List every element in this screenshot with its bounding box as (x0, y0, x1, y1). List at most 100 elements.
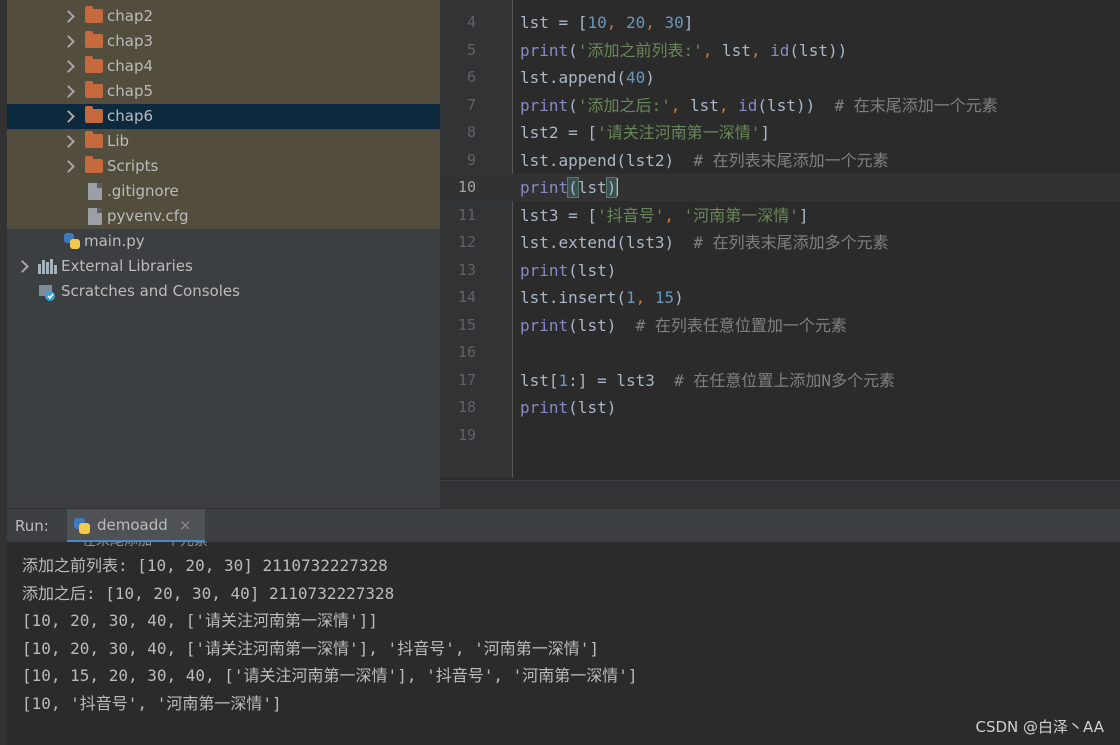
code-token: '添加之后:' (577, 95, 671, 115)
code-line[interactable]: lst.append(lst2) # 在列表末尾添加一个元素 (520, 147, 889, 174)
code-line[interactable]: print(lst) (520, 174, 619, 201)
tree-item-chap3[interactable]: chap3 (7, 29, 440, 54)
code-line[interactable]: lst.extend(lst3) # 在列表末尾添加多个元素 (520, 229, 889, 256)
line-number: 4 (466, 13, 476, 31)
line-number: 7 (466, 95, 476, 114)
file-icon (88, 208, 102, 225)
code-token: ] (683, 13, 694, 32)
watermark: CSDN @白泽丶AA (975, 718, 1104, 736)
code-token: 10 (587, 13, 607, 32)
line-number: 18 (457, 398, 476, 416)
chevron-right-icon[interactable] (62, 110, 75, 123)
code-token: # 在列表末尾添加一个元素 (693, 150, 889, 170)
code-token: ) (605, 177, 618, 198)
code-token: ] (798, 205, 809, 225)
code-token: lst (577, 178, 607, 197)
code-token: :] = lst3 (568, 370, 675, 390)
tree-item-gitignore[interactable]: .gitignore (7, 179, 440, 204)
code-token: lst (689, 95, 719, 115)
code-line[interactable]: print('添加之后:', lst, id(lst)) # 在末尾添加一个元素 (520, 92, 998, 119)
tree-item-main-py[interactable]: main.py (7, 229, 440, 254)
python-file-icon (64, 233, 80, 249)
code-token: 20 (625, 13, 646, 32)
tree-item-chap4[interactable]: chap4 (7, 54, 440, 79)
code-token: print (520, 95, 569, 115)
tree-item-chap5[interactable]: chap5 (7, 79, 440, 104)
close-icon[interactable]: × (179, 509, 192, 542)
code-token: id (770, 40, 790, 60)
tree-item-label: External Libraries (61, 257, 193, 275)
code-token: '添加之前列表:' (577, 40, 703, 60)
code-token: lst2 = [ (520, 123, 598, 142)
run-tool-strip (0, 508, 7, 745)
code-editor[interactable]: 4 lst = [10, 20, 30] 5 print('添加之前列表:', lst… (440, 0, 1120, 480)
left-tool-strip (0, 0, 7, 508)
code-line[interactable]: print(lst) # 在列表任意位置加一个元素 (520, 312, 847, 339)
line-number: 9 (466, 150, 476, 169)
code-line[interactable]: lst2 = ['请关注河南第一深情'] (520, 119, 770, 146)
run-tab-demoadd[interactable]: demoadd × (67, 509, 205, 543)
console-output-line: [10, '抖音号', '河南第一深情'] (22, 693, 282, 713)
code-token: id (738, 95, 758, 115)
scratches-icon (39, 285, 55, 301)
folder-icon (85, 81, 103, 98)
line-number: 5 (466, 40, 476, 59)
code-token: print (520, 398, 569, 417)
run-console-output[interactable]: 在末尾添加一个元素 添加之前列表: [10, 20, 30] 211073222… (7, 542, 1120, 745)
folder-icon (85, 56, 103, 73)
code-line[interactable]: lst.insert(1, 15) (520, 284, 684, 311)
chevron-right-icon[interactable] (62, 160, 75, 173)
code-line[interactable]: lst = [10, 20, 30] (520, 9, 693, 36)
line-number: 19 (457, 425, 476, 444)
code-line[interactable]: print(lst) (520, 394, 616, 421)
code-line[interactable]: print('添加之前列表:', lst, id(lst)) (520, 37, 847, 64)
chevron-right-icon[interactable] (62, 10, 75, 23)
console-output-line: 添加之前列表: [10, 20, 30] 2110732227328 (22, 556, 388, 575)
tree-item-label: chap4 (107, 57, 154, 75)
code-token: print (520, 260, 569, 280)
code-token: print (520, 315, 569, 335)
chevron-right-icon[interactable] (16, 260, 29, 273)
line-number: 17 (457, 370, 476, 389)
console-output-line: [10, 15, 20, 30, 40, ['请关注河南第一深情'], '抖音号… (22, 666, 638, 685)
code-line[interactable]: lst[1:] = lst3 # 在任意位置上添加N多个元素 (520, 367, 895, 394)
tree-item-scratches-and-consoles[interactable]: Scratches and Consoles (7, 279, 440, 304)
tree-item-label: Scratches and Consoles (61, 282, 240, 300)
code-token: , (718, 95, 739, 115)
tree-item-label: Scripts (107, 157, 159, 175)
code-token: lst = [ (520, 13, 588, 32)
tree-item-label: pyvenv.cfg (107, 207, 189, 225)
code-token: 15 (654, 288, 675, 307)
tree-item-external-libraries[interactable]: External Libraries (7, 254, 440, 279)
code-token: , (606, 13, 626, 32)
console-output-line: [10, 20, 30, 40, ['请关注河南第一深情'], '抖音号', '… (22, 638, 599, 658)
tree-item-chap6[interactable]: chap6 (7, 104, 440, 129)
code-token: , (702, 40, 722, 60)
code-token: ) (674, 288, 684, 307)
code-token: (lst)) (757, 95, 835, 115)
chevron-right-icon[interactable] (62, 85, 75, 98)
code-line[interactable]: lst3 = ['抖音号', '河南第一深情'] (520, 202, 809, 229)
tree-item-pyvenv-cfg[interactable]: pyvenv.cfg (7, 204, 440, 229)
code-token: lst (721, 40, 751, 60)
console-output-line: 添加之后: [10, 20, 30, 40] 2110732227328 (22, 583, 395, 603)
code-token: , (635, 288, 655, 307)
chevron-right-icon[interactable] (62, 60, 75, 73)
line-number: 8 (466, 123, 476, 141)
code-token: , (670, 95, 690, 115)
code-token: # 在任意位置上添加N多个元素 (674, 370, 896, 390)
code-token: , (645, 13, 665, 32)
tree-item-lib[interactable]: Lib (7, 129, 440, 154)
python-icon (74, 518, 90, 534)
code-line[interactable]: print(lst) (520, 257, 616, 284)
tree-item-label: chap3 (107, 32, 154, 50)
code-line[interactable]: lst.append(40) (520, 64, 655, 91)
code-token: # 在列表任意位置加一个元素 (635, 315, 847, 335)
tree-item-chap2[interactable]: chap2 (7, 4, 440, 29)
line-number: 10 (457, 178, 476, 196)
chevron-right-icon[interactable] (62, 135, 75, 148)
folder-icon (85, 131, 103, 148)
editor-bottom-bar (440, 480, 1120, 508)
chevron-right-icon[interactable] (62, 35, 75, 48)
tree-item-scripts[interactable]: Scripts (7, 154, 440, 179)
